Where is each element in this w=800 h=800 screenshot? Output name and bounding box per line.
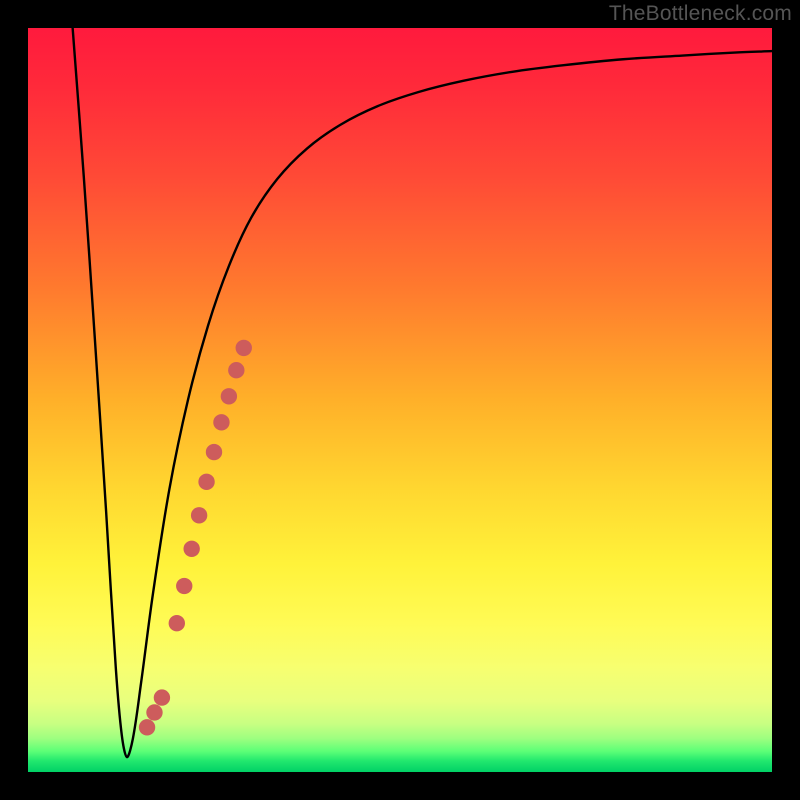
datapoint [228,362,244,378]
datapoint [236,340,252,356]
watermark-text: TheBottleneck.com [609,2,792,26]
datapoint [198,474,214,490]
datapoint [169,615,185,631]
datapoint [183,541,199,557]
datapoint [176,578,192,594]
plot-area [28,28,772,772]
datapoint [221,388,237,404]
gpu-datapoints [28,28,772,772]
datapoint [213,414,229,430]
datapoint [139,719,155,735]
chart-frame: TheBottleneck.com [0,0,800,800]
datapoint [146,704,162,720]
datapoint [206,444,222,460]
datapoint [154,689,170,705]
datapoint [191,507,207,523]
